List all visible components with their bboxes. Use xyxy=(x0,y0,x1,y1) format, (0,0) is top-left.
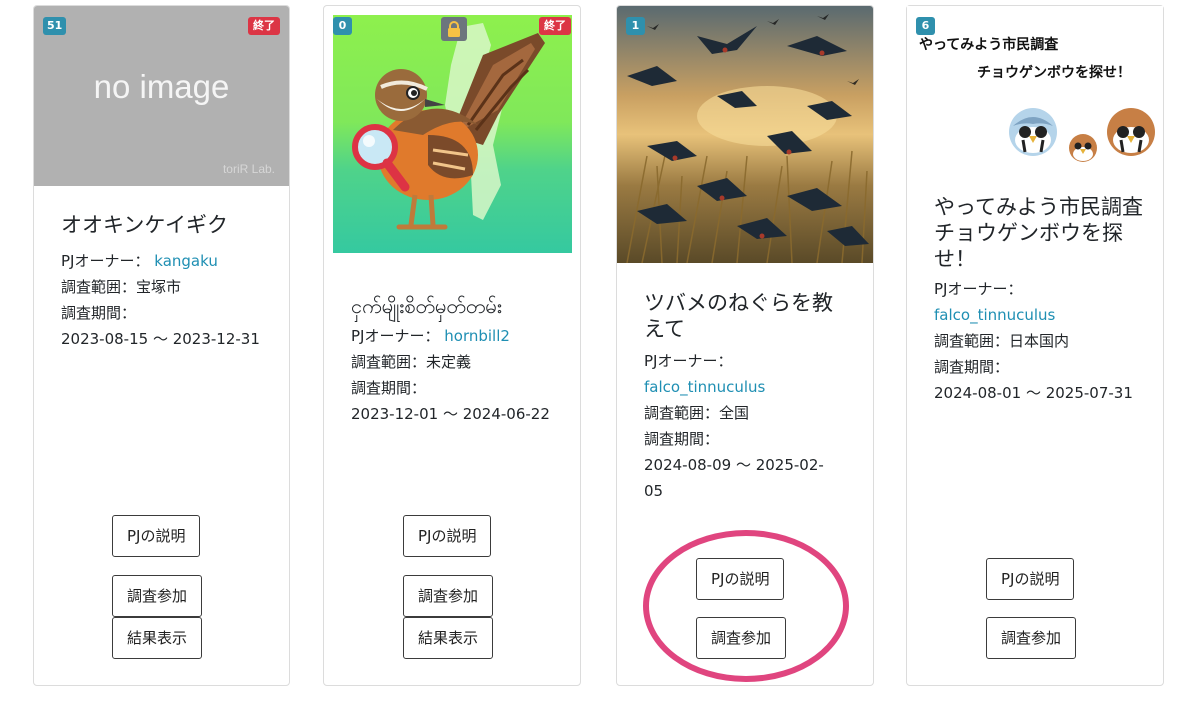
project-thumbnail[interactable] xyxy=(333,15,572,253)
project-owner: PJオーナー： kangaku xyxy=(61,248,275,274)
promo-line-2: チョウゲンボウを探せ！ xyxy=(977,65,1131,81)
project-thumbnail[interactable]: やってみよう市民調査 チョウゲンボウを探せ！ xyxy=(907,6,1163,176)
project-thumbnail[interactable] xyxy=(617,6,873,263)
status-badge: 終了 xyxy=(539,17,571,35)
project-owner: PJオーナー： hornbill2 xyxy=(351,323,566,349)
period-value: 2024-08-09 〜 2025-02-05 xyxy=(644,456,824,500)
owner-label: PJオーナー： xyxy=(644,352,733,370)
period-value: 2024-08-01 〜 2025-07-31 xyxy=(934,384,1133,402)
project-range: 調査範囲：全国 xyxy=(644,400,859,426)
show-results-button[interactable]: 結果表示 xyxy=(112,617,203,659)
project-title: ツバメのねぐらを教えて xyxy=(644,291,833,341)
description-button[interactable]: PJの説明 xyxy=(696,558,785,600)
project-owner: falco_tinnuculus xyxy=(644,374,859,400)
owner-link[interactable]: kangaku xyxy=(154,252,218,270)
owner-label: PJオーナー： xyxy=(351,327,440,345)
promo-line-1: やってみよう市民調査 xyxy=(919,37,1059,53)
range-label: 調査範囲： xyxy=(61,278,137,296)
participant-count-badge: 0 xyxy=(333,17,352,35)
owner-link[interactable]: hornbill2 xyxy=(444,327,510,345)
project-card: 0 終了 ငှက်မျိုးစိတ်မှတ်တမ်း PJオーナー： hornb… xyxy=(323,5,581,686)
project-range: 調査範囲：宝塚市 xyxy=(61,274,275,300)
range-value: 全国 xyxy=(719,404,750,422)
join-survey-button[interactable]: 調査参加 xyxy=(986,617,1077,659)
status-badge: 終了 xyxy=(248,17,280,35)
range-label: 調査範囲： xyxy=(351,353,427,371)
period-label: 調査期間： xyxy=(934,358,1010,376)
project-title: やってみよう市民調査 チョウゲンボウを探せ！ xyxy=(934,195,1164,271)
no-image-text: no image xyxy=(93,68,230,105)
swallows-photo xyxy=(617,6,873,263)
owner-label: PJオーナー： xyxy=(61,252,150,270)
participant-count-badge: 6 xyxy=(916,17,935,35)
project-info: ငှက်မျိုးစိတ်မှတ်တမ်း PJオーナー： hornbill2 … xyxy=(351,293,566,427)
range-value: 宝塚市 xyxy=(136,278,182,296)
join-survey-button[interactable]: 調査参加 xyxy=(696,617,787,659)
project-range: 調査範囲：未定義 xyxy=(351,349,566,375)
project-range: 調査範囲：日本国内 xyxy=(934,328,1149,354)
join-survey-button[interactable]: 調査参加 xyxy=(112,575,203,617)
period-label: 調査期間： xyxy=(61,304,137,322)
description-button[interactable]: PJの説明 xyxy=(403,515,492,557)
description-button[interactable]: PJの説明 xyxy=(112,515,201,557)
project-owner: falco_tinnuculus xyxy=(934,302,1149,328)
placeholder-credit: toriR Lab. xyxy=(222,162,275,176)
period-label: 調査期間： xyxy=(644,430,720,448)
show-results-button[interactable]: 結果表示 xyxy=(403,617,494,659)
project-title: ငှက်မျိုးစိတ်မှတ်တမ်း xyxy=(351,294,502,318)
kestrel-face-icon xyxy=(1009,108,1155,162)
description-button[interactable]: PJの説明 xyxy=(986,558,1075,600)
period-value: 2023-08-15 〜 2023-12-31 xyxy=(61,330,260,348)
project-card: no image toriR Lab. 51 終了 オオキンケイギク PJオーナ… xyxy=(33,5,290,686)
project-title: オオキンケイギク xyxy=(61,213,228,237)
owner-label: PJオーナー： xyxy=(934,280,1023,298)
project-info: ツバメのねぐらを教えて PJオーナー： falco_tinnuculus 調査範… xyxy=(644,290,859,504)
range-value: 未定義 xyxy=(426,353,472,371)
project-info: やってみよう市民調査 チョウゲンボウを探せ！ PJオーナー： falco_tin… xyxy=(934,194,1164,406)
project-card: 1 ツバメのねぐらを教えて PJオーナー： falco_tinnuculus 調… xyxy=(616,5,874,686)
owner-link[interactable]: falco_tinnuculus xyxy=(934,306,1055,324)
join-survey-button[interactable]: 調査参加 xyxy=(403,575,494,617)
period-value: 2023-12-01 〜 2024-06-22 xyxy=(351,405,550,423)
range-label: 調査範囲： xyxy=(644,404,720,422)
lock-icon xyxy=(441,17,467,41)
project-info: オオキンケイギク PJオーナー： kangaku 調査範囲：宝塚市 調査期間： … xyxy=(61,212,275,352)
project-card: やってみよう市民調査 チョウゲンボウを探せ！ 6 やってみよう市民調査 チョウゲ… xyxy=(906,5,1164,686)
range-value: 日本国内 xyxy=(1009,332,1070,350)
range-label: 調査範囲： xyxy=(934,332,1010,350)
owner-link[interactable]: falco_tinnuculus xyxy=(644,378,765,396)
period-label: 調査期間： xyxy=(351,379,427,397)
bird-magnifier-illustration xyxy=(333,15,572,253)
participant-count-badge: 1 xyxy=(626,17,645,35)
participant-count-badge: 51 xyxy=(43,17,67,35)
